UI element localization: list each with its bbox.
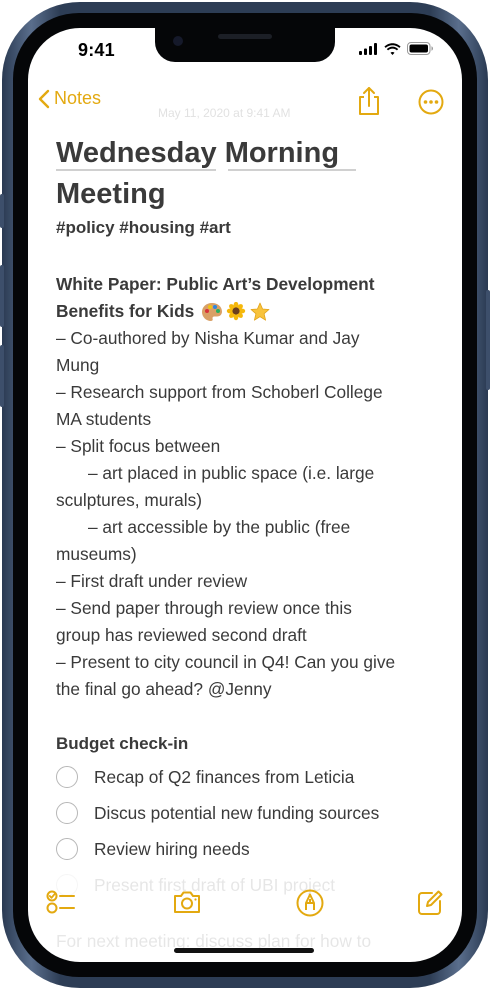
power-button [486,290,490,390]
notch [155,28,335,62]
sunflower-icon [226,302,246,321]
share-icon [359,87,379,115]
body-line: the final go ahead? @Jenny [56,679,272,699]
checklist-item[interactable]: Recap of Q2 finances from Leticia [56,766,354,788]
compose-icon [418,890,443,915]
body-line: – Present to city council in Q4! Can you… [56,652,396,672]
body-line-indented: – art accessible by the public (free [88,517,351,537]
body-line: – Co-authored by Nisha Kumar and Jay [56,328,360,348]
home-indicator [174,948,314,953]
more-options-icon [418,89,444,115]
emoji-group [201,302,271,322]
chevron-left-icon [38,89,50,108]
checklist-button[interactable] [46,889,76,920]
star-icon [250,303,270,322]
paper-heading-line-2: Benefits for Kids [56,298,436,325]
spellcheck-underline [56,169,216,171]
checkbox-circle[interactable] [56,838,78,860]
body-line: Mung [56,355,100,375]
status-time: 9:41 [78,40,115,60]
markup-button[interactable] [296,889,324,922]
paper-heading-line-1: White Paper: Public Art’s Development [56,274,375,294]
front-camera [173,36,183,46]
status-icons [359,42,434,55]
body-line: – Send paper through review once this [56,598,352,618]
camera-icon [174,891,200,913]
note-tags[interactable]: #policy #housing #art [56,218,231,238]
cellular-signal-icon [359,42,377,55]
checklist-item-label: Recap of Q2 finances from Leticia [94,766,355,787]
markup-icon [296,889,324,917]
note-body[interactable]: White Paper: Public Art’s Development Be… [56,271,436,703]
mute-switch [0,194,4,228]
paper-heading-text: Benefits for Kids [56,301,195,321]
checkbox-circle[interactable] [56,766,78,788]
body-line: sculptures, murals) [56,490,202,510]
battery-icon [407,42,433,55]
share-button[interactable] [356,86,382,121]
note-title-line-2: Meeting [56,178,166,210]
earpiece-speaker [218,34,272,39]
checklist-icon [46,890,75,914]
checklist-item-label: Discus potential new funding sources [94,802,380,823]
body-line: – First draft under review [56,571,248,591]
checklist-item[interactable]: Discus potential new funding sources [56,802,379,824]
checkbox-circle[interactable] [56,802,78,824]
body-line-indented: – art placed in public space (i.e. large [88,463,375,483]
body-line: – Split focus between [56,436,221,456]
compose-button[interactable] [416,889,444,922]
screen: 9:41 May 11, 2020 at 9:41 AM Notes Wedne… [28,28,462,962]
bottom-toolbar [28,883,462,923]
back-button[interactable]: Notes [38,88,101,109]
body-line: – Research support from Schoberl College [56,382,383,402]
checklist-item[interactable]: Review hiring needs [56,838,250,860]
body-line: group has reviewed second draft [56,625,307,645]
wifi-icon [384,42,401,55]
back-button-label: Notes [54,88,102,108]
more-button[interactable] [418,89,444,120]
camera-button[interactable] [172,889,202,920]
spellcheck-underline [228,169,356,171]
note-date-ghost: May 11, 2020 at 9:41 AM [158,106,291,120]
checklist-item-label: Review hiring needs [94,838,250,859]
volume-up-button [0,265,4,327]
body-line: museums) [56,544,137,564]
body-line: MA students [56,409,152,429]
budget-heading: Budget check-in [56,734,189,753]
volume-down-button [0,345,4,407]
note-title[interactable]: Wednesday Morning Meeting [56,133,416,215]
note-title-line-1: Wednesday Morning [56,137,340,169]
artist-palette-icon [202,303,223,322]
